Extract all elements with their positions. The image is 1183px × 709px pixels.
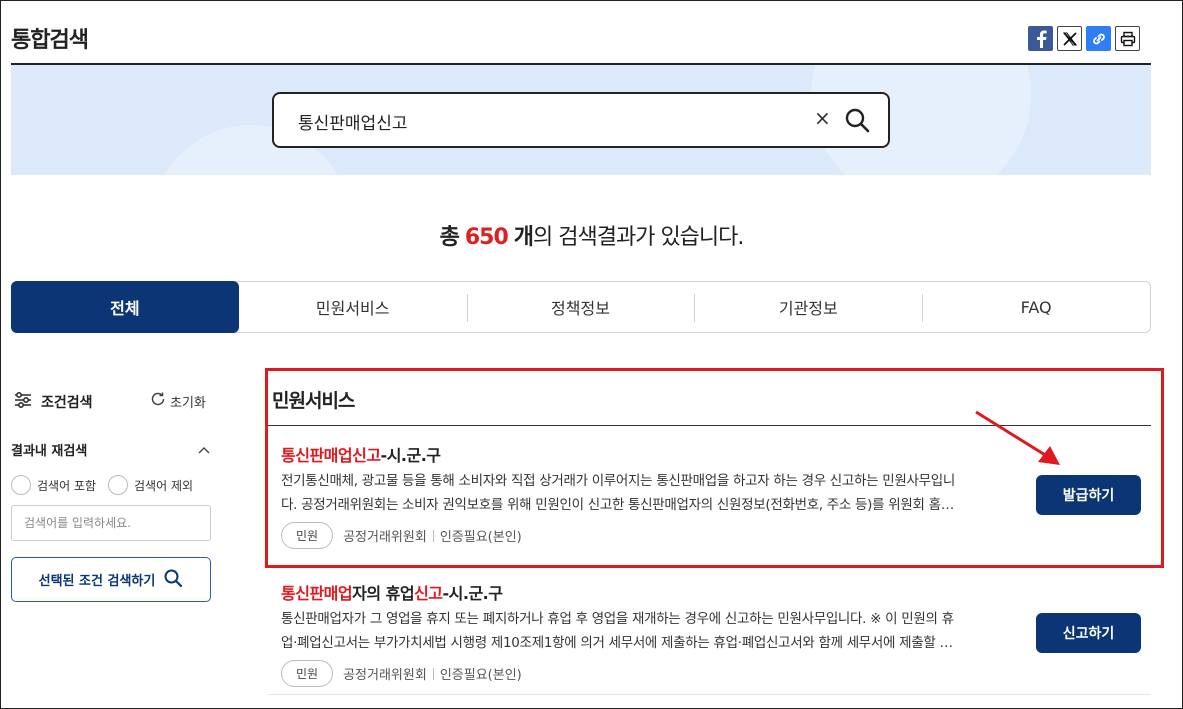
auth-requirement: 인증필요(본인) — [439, 668, 522, 683]
link-icon[interactable] — [1086, 26, 1111, 51]
search-icon[interactable] — [844, 107, 870, 137]
apply-filter-label: 선택된 조건 검색하기 — [38, 574, 156, 589]
desc-line: 통신판매업자가 그 영업을 휴지 또는 폐지하거나 휴업 후 영업을 재개하는 … — [281, 611, 954, 627]
result-title[interactable]: 통신판매업자의 휴업신고-시.군.구 — [281, 580, 503, 604]
radio-include[interactable]: 검색어 포함 — [11, 475, 96, 495]
category-badge: 민원 — [281, 660, 334, 687]
search-input[interactable]: 통신판매업신고 × — [272, 92, 890, 148]
x-icon[interactable] — [1057, 26, 1082, 51]
tab-all[interactable]: 전체 — [11, 281, 239, 333]
radio-exclude-label: 검색어 제외 — [134, 478, 194, 493]
category-tabs: 전체 민원서비스 정책정보 기관정보 FAQ — [11, 281, 1151, 333]
agency-name: 공정거래위원회 — [343, 668, 427, 683]
sliders-icon — [13, 390, 33, 414]
page-title: 통합검색 — [11, 28, 89, 53]
result-title-highlight: 신고 — [414, 584, 443, 603]
clear-icon[interactable]: × — [814, 106, 831, 130]
summary-suffix: 의 검색결과가 있습니다. — [533, 225, 744, 250]
print-icon[interactable] — [1115, 26, 1140, 51]
radio-circle[interactable] — [11, 475, 31, 495]
search-input-value: 통신판매업신고 — [298, 114, 408, 134]
annotation-arrow-icon — [975, 410, 1060, 465]
reset-label: 초기화 — [170, 395, 206, 411]
tab-policy-info[interactable]: 정책정보 — [466, 282, 695, 332]
chevron-up-icon[interactable] — [197, 440, 211, 459]
refine-search-input[interactable] — [11, 505, 211, 541]
result-title-rest: -시.군.구 — [442, 584, 503, 603]
refine-search-header[interactable]: 결과내 재검색 — [11, 440, 211, 459]
summary-prefix: 총 — [439, 225, 460, 250]
item-divider — [268, 694, 1151, 695]
result-summary: 총 650 개의 검색결과가 있습니다. — [0, 219, 1183, 251]
refine-search-title: 결과내 재검색 — [11, 444, 88, 459]
report-button[interactable]: 신고하기 — [1036, 613, 1141, 653]
result-item: 통신판매업자의 휴업신고-시.군.구 통신판매업자가 그 영업을 휴지 또는 폐… — [268, 580, 1151, 709]
result-description: 통신판매업자가 그 영업을 휴지 또는 폐지하거나 휴업 후 영업을 재개하는 … — [281, 607, 1021, 655]
meta-separator — [432, 667, 434, 680]
refine-mode-radios: 검색어 포함 검색어 제외 — [11, 475, 193, 495]
radio-include-label: 검색어 포함 — [37, 478, 97, 493]
result-title-mid: 자의 휴업 — [352, 584, 415, 603]
filter-title: 조건검색 — [41, 395, 93, 411]
result-title-highlight: 통신판매업 — [281, 584, 353, 603]
tab-agency-info[interactable]: 기관정보 — [694, 282, 922, 332]
tab-faq[interactable]: FAQ — [922, 282, 1150, 332]
facebook-icon[interactable] — [1028, 26, 1053, 51]
share-toolbar — [1028, 26, 1140, 51]
result-count: 650 — [464, 225, 509, 250]
result-meta: 민원 공정거래위원회 인증필요(본인) — [281, 660, 522, 687]
search-icon — [163, 568, 183, 592]
radio-exclude[interactable]: 검색어 제외 — [108, 475, 193, 495]
reset-button[interactable]: 초기화 — [150, 391, 206, 411]
summary-unit: 개 — [513, 225, 534, 250]
radio-circle[interactable] — [108, 475, 129, 495]
refresh-icon — [150, 391, 166, 411]
apply-filter-button[interactable]: 선택된 조건 검색하기 — [11, 557, 211, 602]
desc-line: 업·폐업신고서는 부가가치세법 시행령 제10조제1항에 의거 세무서에 제출하… — [281, 635, 953, 651]
tab-civil-service[interactable]: 민원서비스 — [239, 282, 467, 332]
